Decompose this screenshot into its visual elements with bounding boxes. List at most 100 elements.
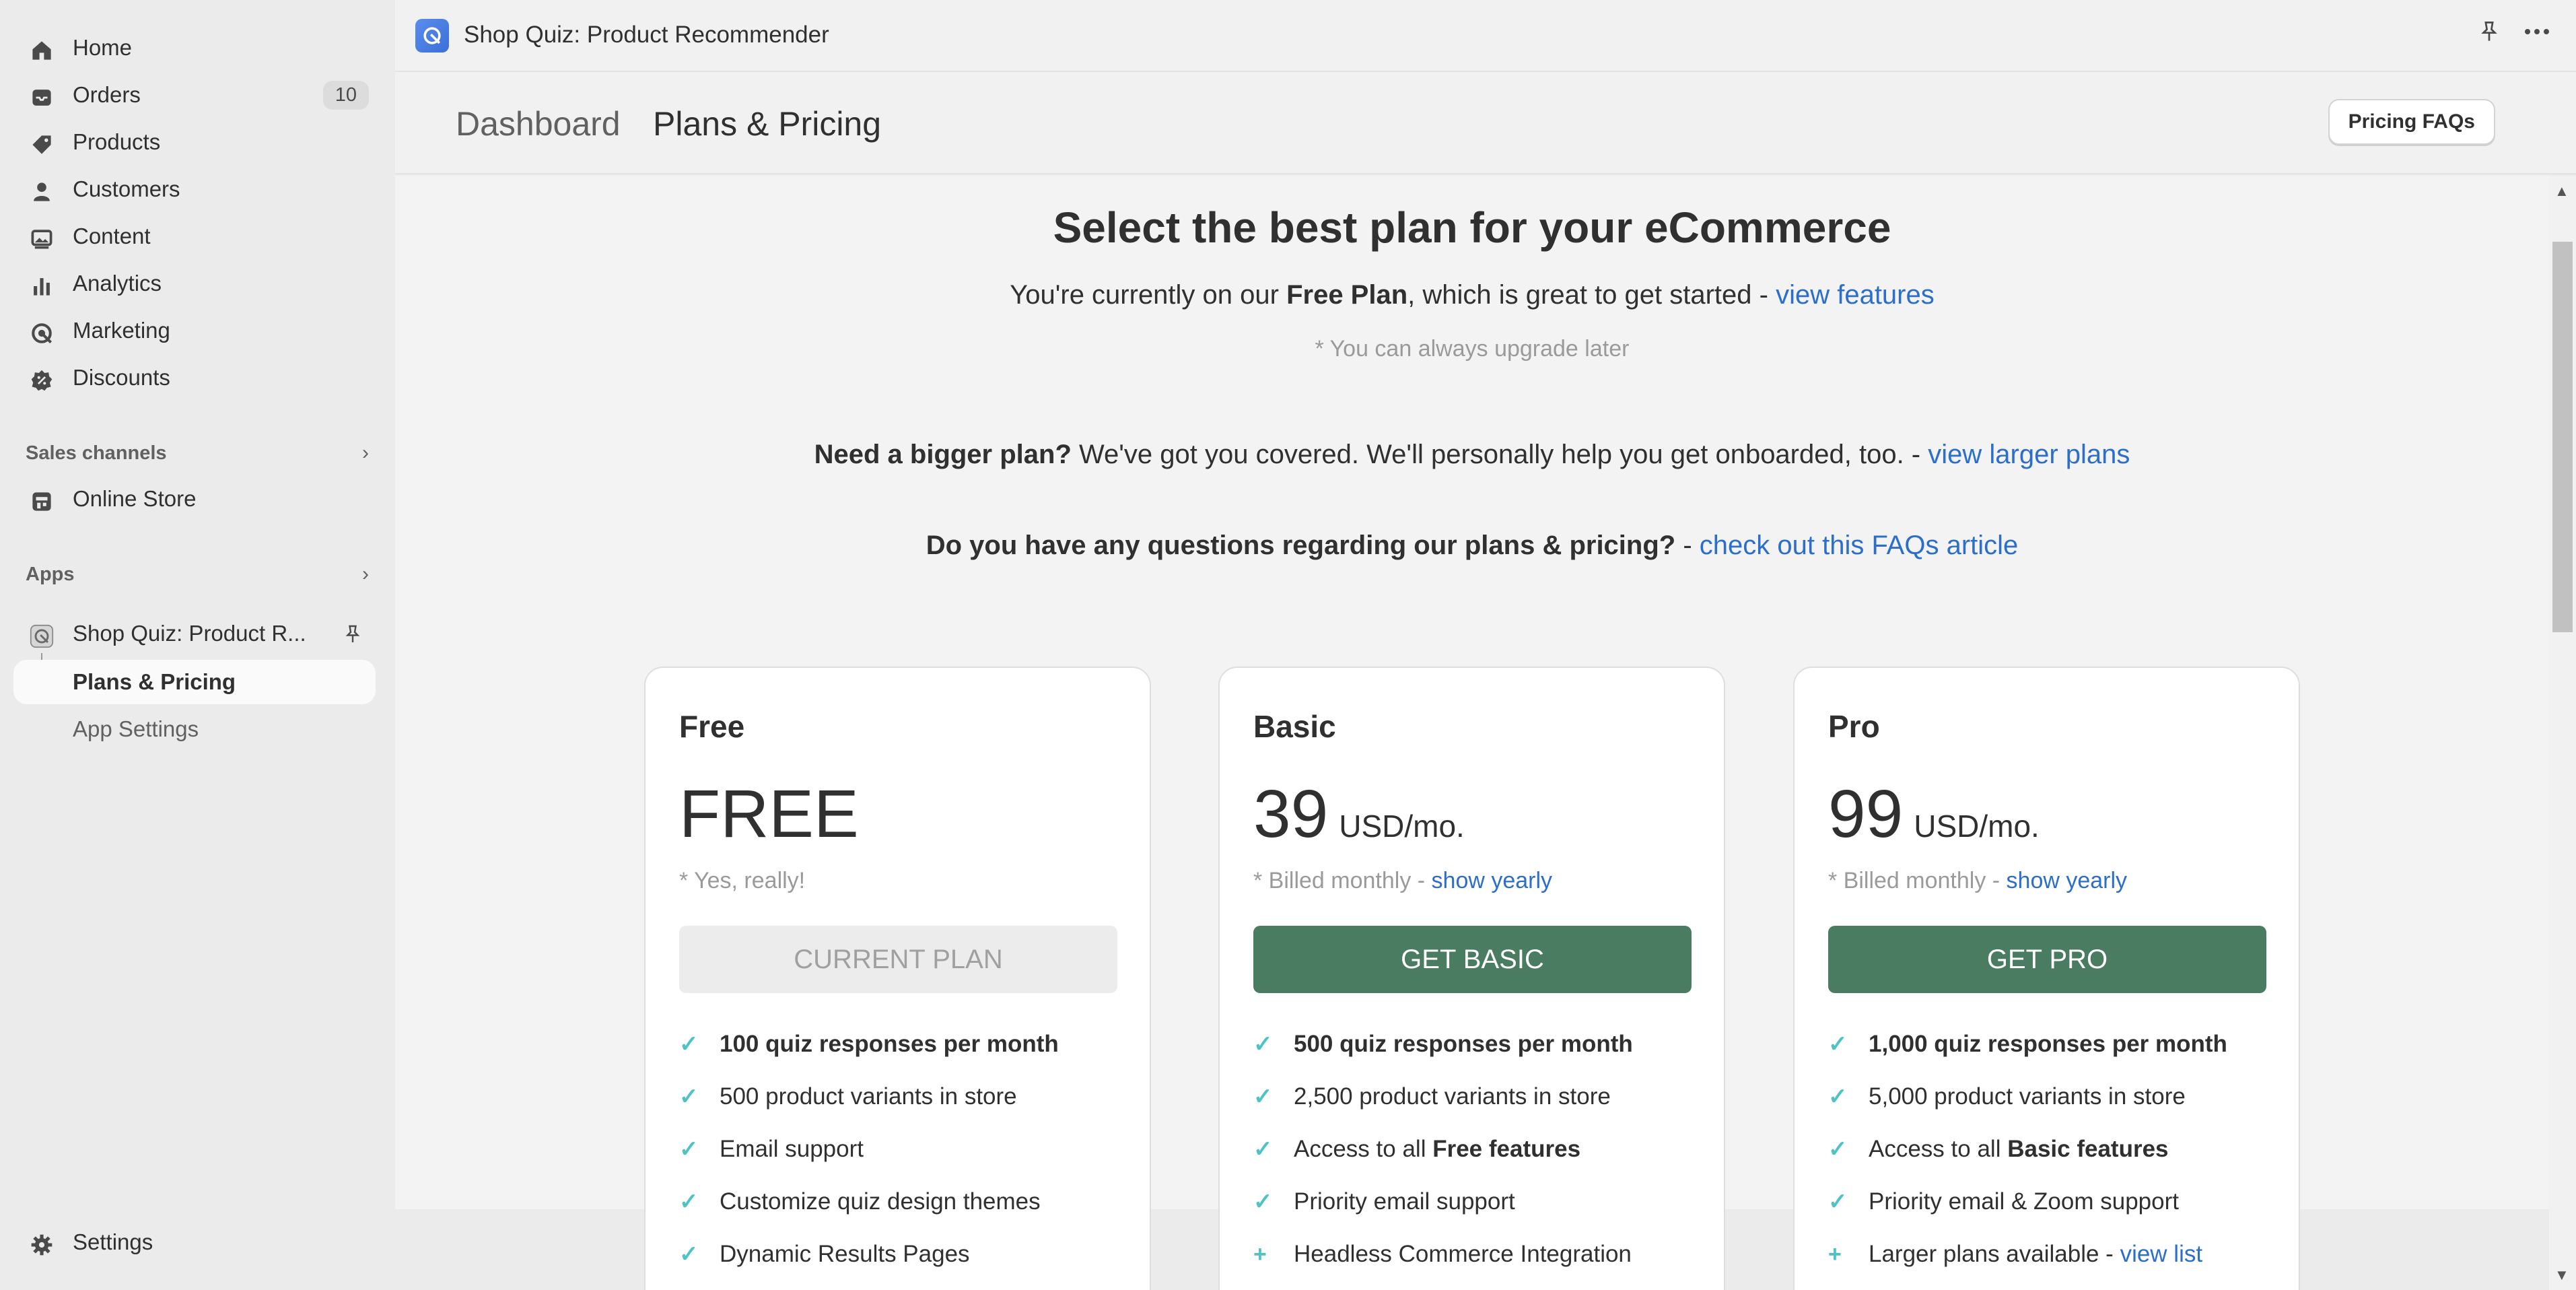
- nav-discounts[interactable]: Discounts: [13, 355, 376, 400]
- plan-price-unit: USD/mo.: [1339, 809, 1465, 844]
- check-icon: ✓: [679, 1031, 699, 1057]
- nav-products-label: Products: [73, 129, 161, 154]
- apps-heading[interactable]: Apps ›: [26, 559, 369, 590]
- current-plan-prefix: You're currently on our: [1010, 280, 1287, 310]
- nav-online-store[interactable]: Online Store: [13, 477, 376, 521]
- feature-text: Headless Commerce Integration: [1294, 1241, 1632, 1267]
- scroll-up-arrow-icon[interactable]: ▲: [2554, 182, 2569, 200]
- view-list-link[interactable]: view list: [2120, 1241, 2203, 1268]
- breadcrumb-dashboard[interactable]: Dashboard: [456, 104, 621, 143]
- plan-price-value: 39: [1253, 776, 1329, 852]
- view-features-link[interactable]: view features: [1776, 280, 1935, 310]
- plan-price: FREE: [679, 776, 859, 853]
- feature-text: Priority email support: [1294, 1188, 1515, 1215]
- app-icon: [28, 623, 55, 650]
- nav-content[interactable]: Content: [13, 214, 376, 259]
- view-larger-plans-link[interactable]: view larger plans: [1928, 440, 2130, 469]
- check-icon: ✓: [1253, 1031, 1273, 1057]
- scroll-down-arrow-icon[interactable]: ▼: [2554, 1266, 2569, 1284]
- feature-item: ✓ 500 product variants in store: [679, 1071, 1123, 1123]
- bigger-plan-line: Need a bigger plan? We've got you covere…: [395, 440, 2549, 470]
- feature-item: ✓ 500 quiz responses per month: [1253, 1018, 1698, 1071]
- plan-card-basic: Basic 39 USD/mo. * Billed monthly - show …: [1218, 667, 1725, 1290]
- nav-home[interactable]: Home: [13, 26, 376, 70]
- sales-channels-label: Sales channels: [26, 442, 167, 464]
- nav-customers[interactable]: Customers: [13, 167, 376, 211]
- app-logo-icon: [415, 19, 449, 53]
- pricing-faqs-button[interactable]: Pricing FAQs: [2328, 99, 2495, 145]
- nav-settings-label: Settings: [73, 1229, 153, 1254]
- feature-item: ✓ Access to all Basic features: [1828, 1123, 2272, 1176]
- nav-analytics-label: Analytics: [73, 271, 162, 296]
- plan-note: * Billed monthly - show yearly: [1253, 868, 1552, 894]
- plan-name: Free: [679, 709, 745, 744]
- plan-name: Basic: [1253, 709, 1336, 744]
- show-yearly-link[interactable]: show yearly: [2007, 868, 2128, 893]
- feature-text: Dynamic Results Pages: [720, 1241, 970, 1267]
- more-options-icon[interactable]: [2523, 27, 2550, 40]
- feature-text-bold: 500 quiz responses per month: [1294, 1031, 1633, 1057]
- feature-item: ✓ 100 quiz responses per month: [679, 1018, 1123, 1071]
- questions-text: Do you have any questions regarding our …: [926, 531, 1676, 560]
- get-basic-button[interactable]: GET BASIC: [1253, 926, 1692, 993]
- nav-marketing-label: Marketing: [73, 318, 170, 343]
- scrollbar-thumb[interactable]: [2552, 242, 2573, 632]
- target-icon: [28, 320, 55, 347]
- tag-icon: [28, 131, 55, 158]
- main-scrollbar[interactable]: ▲ ▼: [2549, 176, 2576, 1290]
- current-plan-button[interactable]: CURRENT PLAN: [679, 926, 1117, 993]
- get-pro-button[interactable]: GET PRO: [1828, 926, 2266, 993]
- plan-note: * Yes, really!: [679, 868, 806, 893]
- nav-app-settings[interactable]: App Settings: [13, 707, 376, 751]
- nav-content-label: Content: [73, 224, 151, 248]
- pin-icon[interactable]: [338, 619, 368, 649]
- plus-icon: +: [1828, 1241, 1842, 1267]
- bigger-plan-question: Need a bigger plan?: [814, 440, 1072, 469]
- nav-app-shop-quiz[interactable]: Shop Quiz: Product R...: [13, 611, 376, 656]
- plan-note-text: * Billed monthly -: [1828, 868, 2007, 893]
- check-icon: ✓: [1828, 1189, 1848, 1215]
- image-icon: [28, 226, 55, 252]
- plan-price: 39 USD/mo.: [1253, 776, 1465, 853]
- nav-customers-label: Customers: [73, 176, 180, 201]
- current-plan-suffix: , which is great to get started -: [1407, 280, 1776, 310]
- nav-plans-pricing[interactable]: Plans & Pricing: [13, 660, 376, 704]
- feature-text: Customize quiz design themes: [720, 1188, 1041, 1215]
- app-topbar: Shop Quiz: Product Recommender: [395, 0, 2576, 72]
- feature-text: Access to all: [1294, 1136, 1426, 1162]
- check-icon: ✓: [1828, 1031, 1848, 1057]
- sales-channels-heading[interactable]: Sales channels ›: [26, 438, 369, 469]
- person-icon: [28, 178, 55, 205]
- faqs-article-link[interactable]: check out this FAQs article: [1700, 531, 2019, 560]
- nav-plans-pricing-label: Plans & Pricing: [73, 669, 236, 694]
- check-icon: ✓: [679, 1084, 699, 1110]
- feature-text: Access to all: [1869, 1136, 2001, 1162]
- feature-item: ✓ Priority email & Zoom support: [1828, 1176, 2272, 1228]
- plan-price-value: 99: [1828, 776, 1904, 852]
- show-yearly-link[interactable]: show yearly: [1432, 868, 1553, 893]
- feature-list: ✓ 100 quiz responses per month ✓ 500 produ…: [679, 1018, 1123, 1281]
- plus-icon: +: [1253, 1241, 1267, 1267]
- store-icon: [28, 488, 55, 515]
- feature-text: 2,500 product variants in store: [1294, 1083, 1611, 1110]
- nav-analytics[interactable]: Analytics: [13, 261, 376, 306]
- pricing-heading: Select the best plan for your eCommerce: [1053, 203, 1891, 252]
- check-icon: ✓: [1253, 1084, 1273, 1110]
- nav-settings[interactable]: Settings: [13, 1220, 376, 1264]
- plan-price-unit: USD/mo.: [1914, 809, 2040, 844]
- page-header: Dashboard Plans & Pricing Pricing FAQs: [395, 72, 2576, 174]
- questions-separator: -: [1675, 531, 1700, 560]
- nav-marketing[interactable]: Marketing: [13, 308, 376, 353]
- current-plan-line: You're currently on our Free Plan, which…: [395, 280, 2549, 310]
- feature-item: ✓ 2,500 product variants in store: [1253, 1071, 1698, 1123]
- current-plan-name: Free Plan: [1286, 280, 1408, 310]
- home-icon: [28, 37, 55, 64]
- questions-line: Do you have any questions regarding our …: [395, 531, 2549, 561]
- nav-products[interactable]: Products: [13, 120, 376, 164]
- feature-text: Larger plans available -: [1869, 1241, 2114, 1267]
- nav-orders[interactable]: Orders 10: [13, 73, 376, 117]
- check-icon: ✓: [679, 1189, 699, 1215]
- feature-text-bold: Free features: [1432, 1136, 1581, 1162]
- pin-icon[interactable]: [2478, 20, 2501, 46]
- nav-home-label: Home: [73, 35, 133, 60]
